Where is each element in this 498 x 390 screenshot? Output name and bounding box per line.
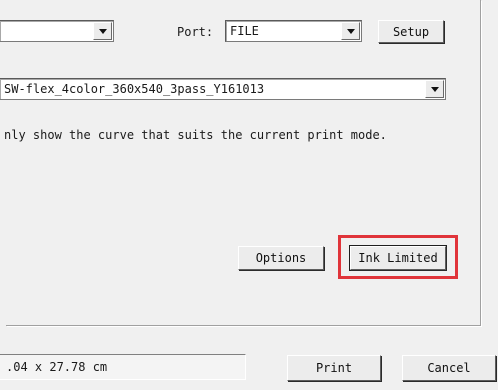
print-button[interactable]: Print [287, 355, 381, 381]
chevron-down-icon [98, 28, 107, 34]
port-label: Port: [177, 25, 214, 39]
cancel-button[interactable]: Cancel [402, 355, 496, 381]
ink-limited-highlight-box [338, 235, 458, 279]
profile-combo-value: SW-flex_4color_360x540_3pass_Y161013 [4, 82, 265, 96]
chevron-down-icon [346, 28, 355, 34]
paper-size-text: .04 x 27.78 cm [6, 360, 108, 374]
printer-combo-dropdown-button[interactable] [93, 22, 112, 40]
curve-hint-text: nly show the curve that suits the curren… [4, 128, 387, 142]
paper-size-readout: .04 x 27.78 cm [0, 354, 246, 380]
chevron-down-icon [430, 86, 439, 92]
port-combo-dropdown-button[interactable] [341, 22, 360, 40]
port-combo-value: FILE [230, 24, 259, 38]
port-combo[interactable]: FILE [225, 20, 362, 42]
profile-combo-dropdown-button[interactable] [425, 80, 444, 98]
options-button[interactable]: Options [238, 246, 324, 270]
profile-combo[interactable]: SW-flex_4color_360x540_3pass_Y161013 [0, 78, 446, 100]
setup-button[interactable]: Setup [378, 20, 444, 43]
printer-combo[interactable] [0, 20, 114, 42]
